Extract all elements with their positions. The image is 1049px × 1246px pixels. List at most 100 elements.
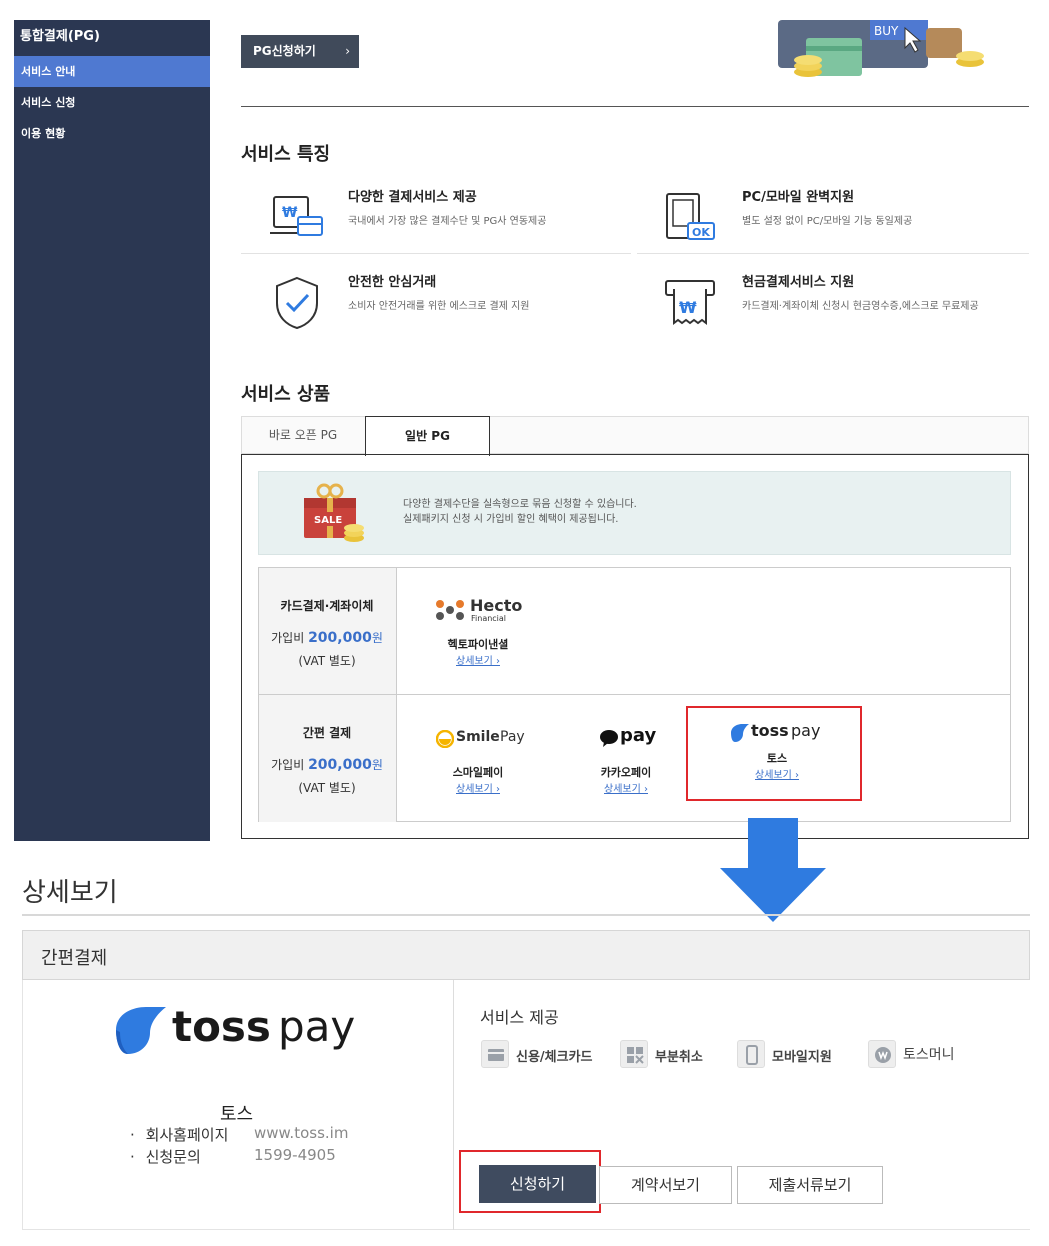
feature-desc: 국내에서 가장 많은 결제수단 및 PG사 연동제공 bbox=[348, 216, 547, 227]
sidebar-item-service-info[interactable]: 서비스 안내 bbox=[14, 56, 210, 87]
detail-title: 상세보기 bbox=[22, 878, 118, 908]
tosspay-logo-a: toss bbox=[751, 721, 789, 740]
detail-header: 간편결제 bbox=[22, 930, 1030, 980]
partial-cancel-icon bbox=[620, 1040, 648, 1068]
card-won-icon: ₩ bbox=[270, 196, 323, 236]
info-line-2: 실제패키지 신청 시 가입비 할인 혜택이 제공됩니다. bbox=[403, 514, 619, 525]
service-credit-card: 신용/체크카드 bbox=[481, 1040, 611, 1068]
tab-general-pg[interactable]: 일반 PG bbox=[365, 416, 490, 456]
apply-button[interactable]: 신청하기 bbox=[479, 1165, 596, 1203]
toss-mark-large-icon bbox=[116, 1007, 166, 1054]
tab-instant-open-pg[interactable]: 바로 오픈 PG bbox=[241, 416, 365, 454]
detail-header-label: 간편결제 bbox=[41, 948, 108, 969]
bullet: · bbox=[130, 1126, 135, 1144]
detail-vertical-divider bbox=[453, 980, 454, 1230]
service-label: 부분취소 bbox=[655, 1050, 703, 1065]
ok-text: OK bbox=[692, 226, 710, 239]
credit-card-icon bbox=[481, 1040, 509, 1068]
service-partial-cancel: 부분취소 bbox=[620, 1040, 730, 1068]
row-separator bbox=[259, 694, 1010, 695]
feature-desc: 별도 설정 없이 PC/모바일 기능 동일제공 bbox=[742, 216, 913, 227]
category-title: 카드결제·계좌이체 bbox=[280, 599, 374, 613]
svg-text:₩: ₩ bbox=[679, 298, 697, 317]
provider-name: 토스 bbox=[766, 752, 788, 765]
hecto-logo-text: Hecto bbox=[470, 596, 523, 615]
fee-amount: 200,000 bbox=[308, 630, 372, 646]
feature-desc: 카드결제·계좌이체 신청시 현금영수증,에스크로 무료제공 bbox=[742, 301, 979, 312]
fee: 가입비 200,000원 bbox=[258, 756, 396, 773]
fee: 가입비 200,000원 bbox=[258, 629, 396, 646]
pg-apply-button[interactable]: PG신청하기 › bbox=[241, 35, 359, 68]
provider-name: 스마일페이 bbox=[452, 766, 504, 779]
provider-name: 카카오페이 bbox=[600, 766, 652, 779]
fee-label: 가입비 bbox=[271, 631, 305, 645]
vat-note: (VAT 별도) bbox=[298, 781, 356, 795]
view-contract-button[interactable]: 계약서보기 bbox=[599, 1166, 732, 1204]
smile-icon bbox=[436, 730, 454, 748]
mobile-icon bbox=[737, 1040, 765, 1068]
feature-separator bbox=[637, 253, 1029, 254]
hecto-mark-icon bbox=[436, 600, 464, 620]
feature-title: 안전한 안심거래 bbox=[348, 275, 437, 290]
homepage-link[interactable]: www.toss.im bbox=[254, 1124, 348, 1142]
view-documents-button[interactable]: 제출서류보기 bbox=[737, 1166, 883, 1204]
pg-apply-label: PG신청하기 bbox=[253, 44, 316, 58]
sidebar: 통합결제(PG) 서비스 안내 서비스 신청 이용 현황 bbox=[14, 20, 210, 841]
smilepay-logo: Smile Pay bbox=[436, 729, 536, 751]
provider-detail-link-toss[interactable]: 상세보기 › bbox=[729, 766, 825, 781]
divider bbox=[241, 106, 1029, 107]
mobile-ok-icon: OK bbox=[666, 193, 715, 240]
service-label: 토스머니 bbox=[903, 1047, 955, 1063]
provider-detail-link[interactable]: 상세보기 › bbox=[578, 780, 674, 795]
feature-title: 현금결제서비스 지원 bbox=[742, 275, 855, 290]
info-box bbox=[258, 471, 1011, 555]
sidebar-title: 통합결제(PG) bbox=[20, 29, 100, 44]
chevron-right-icon: › bbox=[345, 44, 350, 58]
fee-unit: 원 bbox=[371, 631, 383, 645]
toss-money-icon bbox=[868, 1040, 896, 1068]
feature-desc: 소비자 안전거래를 위한 에스크로 결제 지원 bbox=[348, 301, 530, 312]
feature-title: PC/모바일 완벽지원 bbox=[742, 190, 855, 205]
tosspay-large-logo-a: toss bbox=[172, 1002, 271, 1051]
sidebar-item-usage-status[interactable]: 이용 현황 bbox=[14, 118, 210, 149]
contact-phone: 1599-4905 bbox=[254, 1146, 336, 1164]
company-name: 토스 bbox=[220, 1104, 254, 1125]
services-title: 서비스 제공 bbox=[480, 1008, 559, 1027]
info-label: 회사홈페이지 bbox=[145, 1126, 229, 1144]
feature-title: 다양한 결제서비스 제공 bbox=[348, 190, 477, 205]
hecto-logo: Hecto Financial bbox=[432, 596, 532, 626]
info-row-contact: · 신청문의 1599-4905 bbox=[130, 1146, 336, 1167]
info-label: 신청문의 bbox=[145, 1148, 201, 1166]
fee-unit: 원 bbox=[371, 758, 383, 772]
banner-buy-text: BUY bbox=[874, 24, 899, 38]
category-title: 간편 결제 bbox=[302, 726, 352, 740]
toss-mark-icon bbox=[731, 724, 749, 742]
service-label: 모바일지원 bbox=[772, 1050, 832, 1065]
sale-text: SALE bbox=[314, 515, 342, 526]
tosspay-logo: toss pay bbox=[729, 721, 829, 744]
provider-detail-link[interactable]: 상세보기 › bbox=[430, 780, 526, 795]
hecto-logo-sub: Financial bbox=[471, 614, 507, 623]
sidebar-item-service-apply[interactable]: 서비스 신청 bbox=[14, 87, 210, 118]
service-toss-money: 토스머니 bbox=[868, 1040, 978, 1068]
fee-label: 가입비 bbox=[271, 758, 305, 772]
provider-name: 헥토파이낸셜 bbox=[447, 638, 509, 651]
tosspay-logo-b: pay bbox=[791, 721, 821, 740]
service-mobile: 모바일지원 bbox=[737, 1040, 847, 1068]
feature-separator bbox=[241, 253, 631, 254]
svg-text:₩: ₩ bbox=[282, 205, 298, 221]
smilepay-logo-b: Pay bbox=[500, 729, 525, 745]
tosspay-large-logo: toss pay bbox=[112, 1002, 372, 1058]
fee-amount: 200,000 bbox=[308, 757, 372, 773]
info-line-1: 다양한 결제수단을 실속형으로 묶음 신청할 수 있습니다. bbox=[403, 499, 637, 510]
bullet: · bbox=[130, 1148, 135, 1166]
provider-detail-link[interactable]: 상세보기 › bbox=[430, 652, 526, 667]
receipt-won-icon: ₩ bbox=[665, 280, 715, 325]
tosspay-large-logo-b: pay bbox=[278, 1002, 356, 1051]
features-title: 서비스 특징 bbox=[241, 144, 331, 165]
detail-divider bbox=[22, 914, 1030, 916]
vat-note: (VAT 별도) bbox=[298, 654, 356, 668]
arrow-down-icon bbox=[720, 818, 826, 922]
products-title: 서비스 상품 bbox=[241, 384, 331, 405]
kakaopay-logo-text: pay bbox=[620, 725, 657, 746]
